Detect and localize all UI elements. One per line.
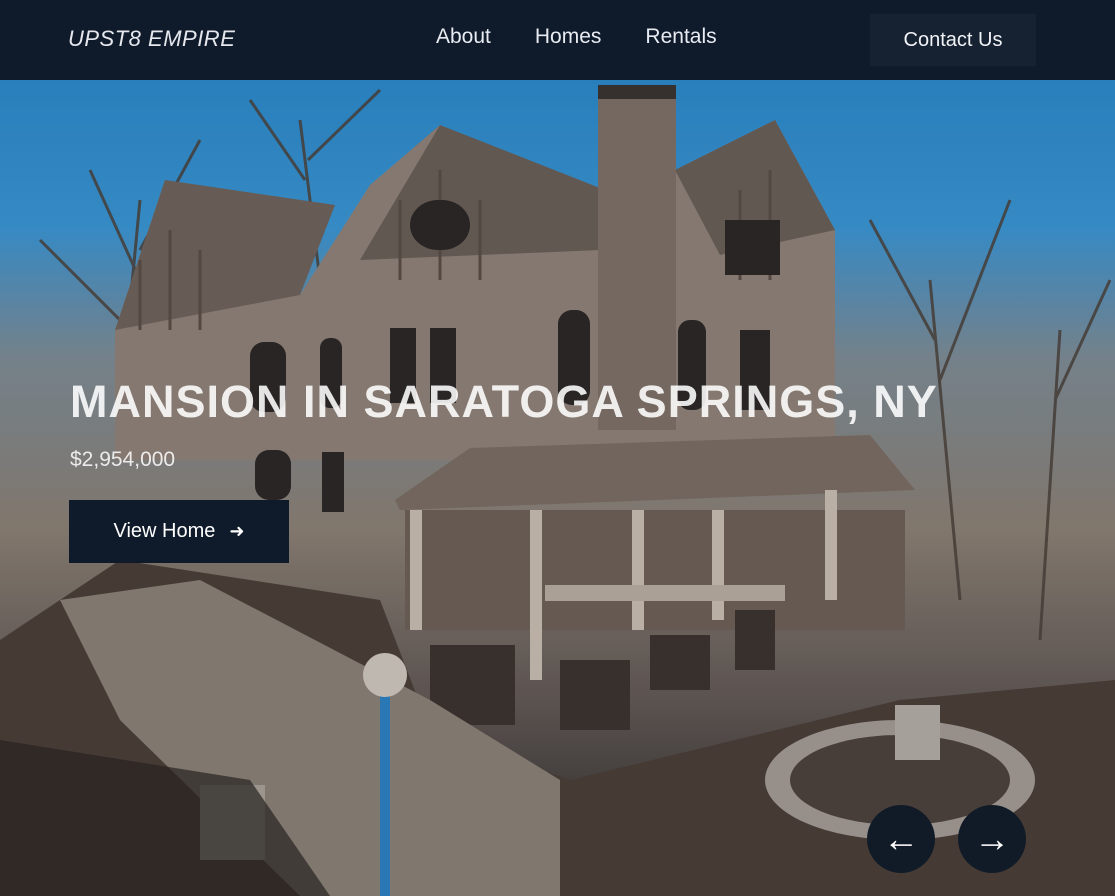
- contact-us-button[interactable]: Contact Us: [870, 14, 1036, 66]
- nav-links: About Homes Rentals: [436, 25, 717, 49]
- nav-link-about[interactable]: About: [436, 25, 491, 49]
- nav-link-homes[interactable]: Homes: [535, 25, 602, 49]
- listing-price: $2,954,000: [70, 448, 176, 471]
- brand-logo[interactable]: UPST8 EMPIRE: [68, 26, 235, 52]
- hero-overlay: [0, 80, 1115, 896]
- arrow-right-icon: →: [974, 818, 1010, 859]
- view-home-label: View Home: [113, 520, 216, 542]
- listing-title: MANSION IN SARATOGA SPRINGS, NY: [70, 376, 938, 427]
- carousel-next-button[interactable]: →: [958, 805, 1026, 873]
- carousel-prev-button[interactable]: ←: [867, 805, 935, 873]
- view-home-button[interactable]: View Home ➜: [69, 500, 289, 563]
- navbar: UPST8 EMPIRE About Homes Rentals Contact…: [0, 0, 1115, 80]
- hero-section: MANSION IN SARATOGA SPRINGS, NY $2,954,0…: [0, 80, 1115, 896]
- arrow-right-icon: ➜: [229, 521, 245, 541]
- arrow-left-icon: ←: [883, 818, 919, 859]
- nav-link-rentals[interactable]: Rentals: [645, 25, 716, 49]
